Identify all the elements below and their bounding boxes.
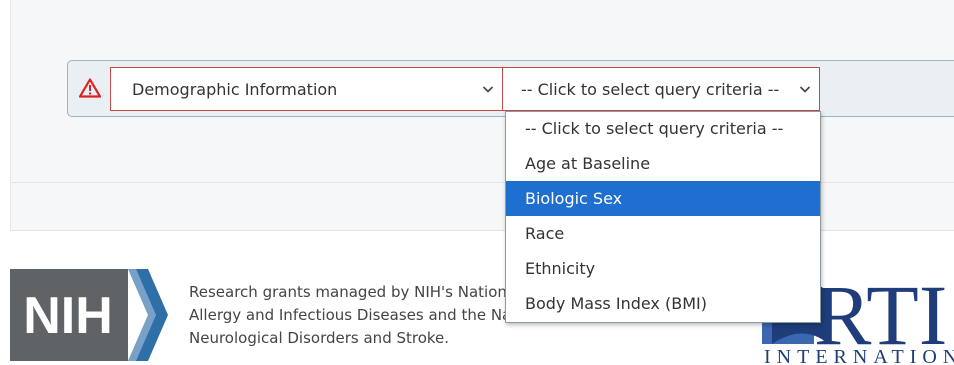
criteria-select-value: -- Click to select query criteria -- <box>521 79 780 99</box>
criteria-select[interactable]: -- Click to select query criteria -- <box>503 67 820 111</box>
nih-logo-text: NIH <box>23 287 113 345</box>
nih-logo: NIH <box>10 269 168 361</box>
chevron-down-icon <box>482 86 494 93</box>
footer-line-1: Research grants managed by NIH's Nationa… <box>189 283 509 301</box>
dropdown-option-race[interactable]: Race <box>506 216 820 251</box>
footer-line-2: Allergy and Infectious Diseases and the … <box>189 306 509 324</box>
footer-funding-text: Research grants managed by NIH's Nation a… <box>189 281 509 350</box>
dropdown-option-ethnicity[interactable]: Ethnicity <box>506 251 820 286</box>
dropdown-option-biologic-sex[interactable]: Biologic Sex <box>506 181 820 216</box>
app-page: Demographic Information -- Click to sele… <box>0 0 954 365</box>
warning-icon <box>79 78 101 98</box>
chevron-down-icon <box>799 86 811 93</box>
category-select[interactable]: Demographic Information <box>110 67 503 111</box>
criteria-dropdown-list: -- Click to select query criteria -- Age… <box>505 111 821 323</box>
dropdown-option-bmi[interactable]: Body Mass Index (BMI) <box>506 286 820 321</box>
rti-logo-subtext: INTERNATIONAL <box>764 346 954 365</box>
category-select-value: Demographic Information <box>132 79 338 99</box>
dropdown-option-age-at-baseline[interactable]: Age at Baseline <box>506 146 820 181</box>
dropdown-option-placeholder[interactable]: -- Click to select query criteria -- <box>506 112 820 146</box>
footer-line-3: Neurological Disorders and Stroke. <box>189 329 450 347</box>
